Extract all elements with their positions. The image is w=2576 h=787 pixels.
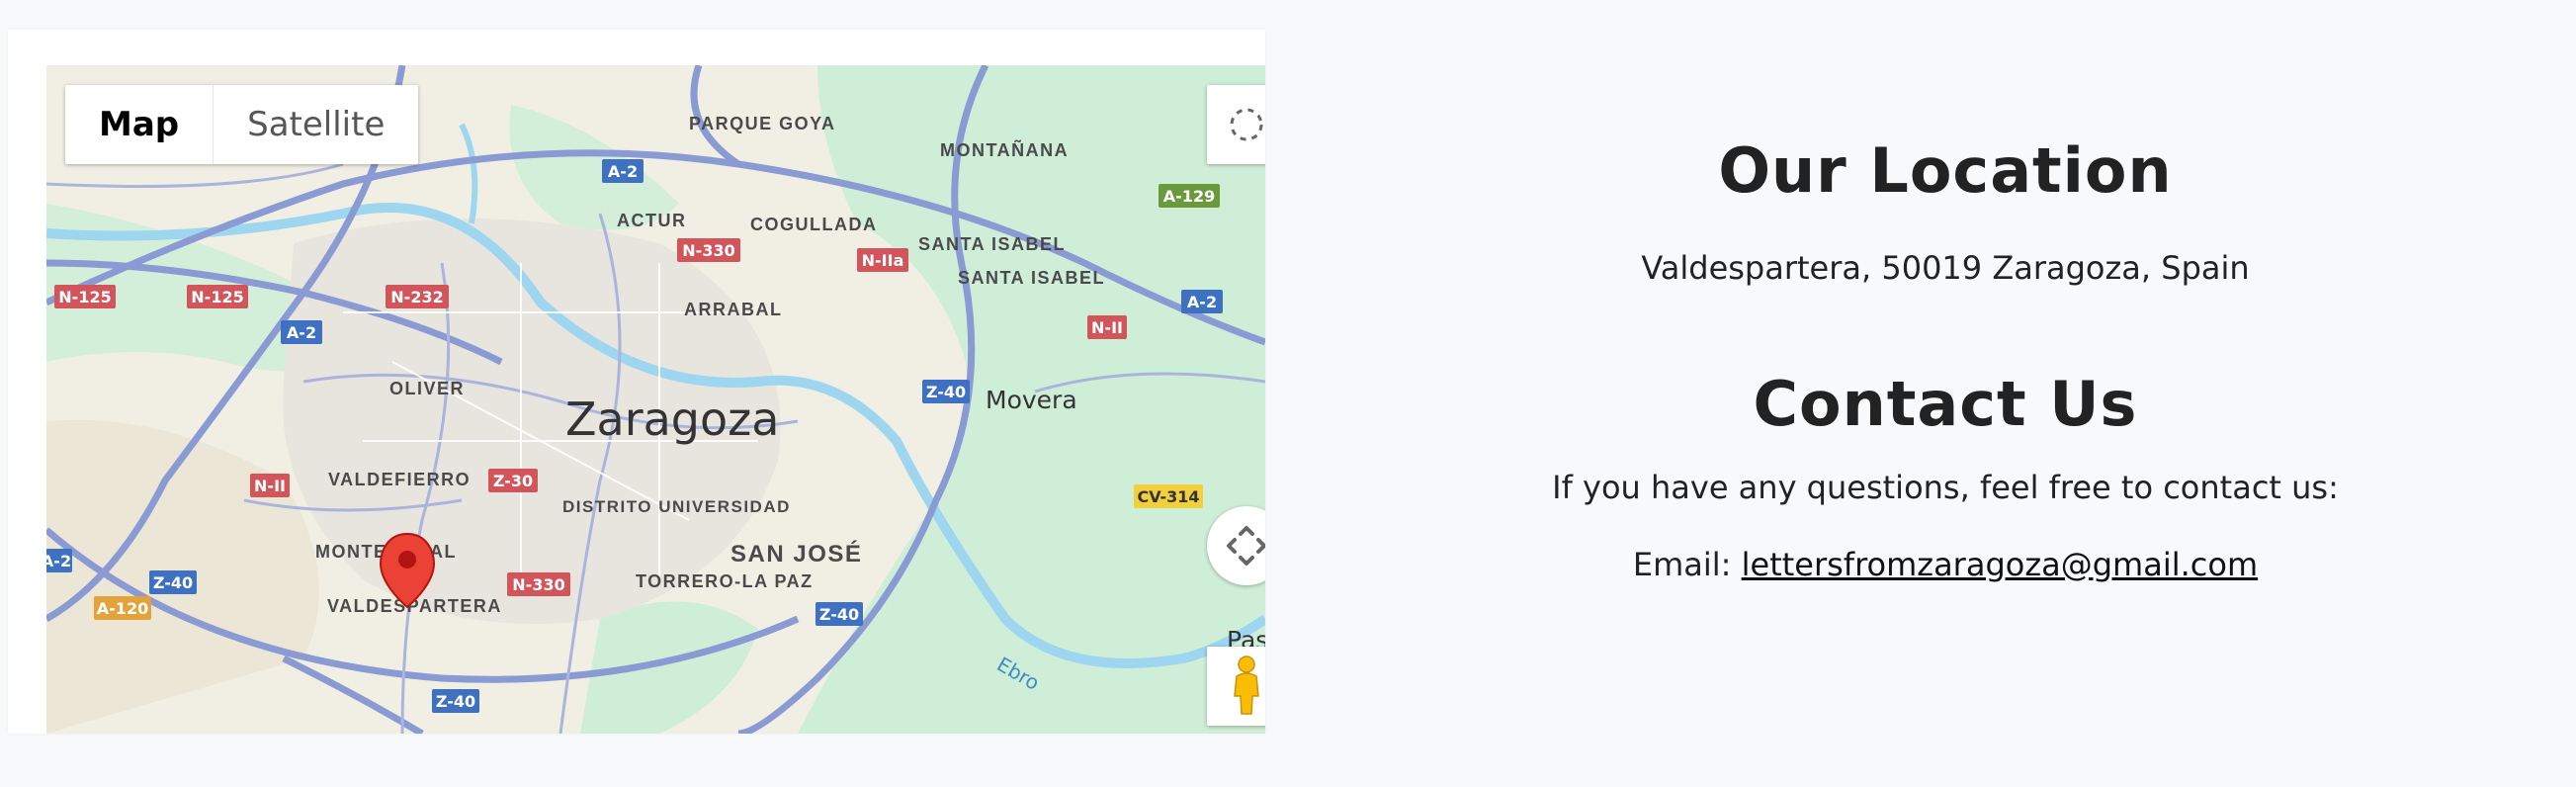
svg-text:Z-40: Z-40 xyxy=(819,605,859,624)
label-cogullada: COGULLADA xyxy=(750,215,878,234)
svg-text:N-330: N-330 xyxy=(512,575,564,594)
label-distrito-universidad: DISTRITO UNIVERSIDAD xyxy=(562,497,791,516)
label-montanana: MONTAÑANA xyxy=(940,139,1069,160)
shield-a2-top: A-2 xyxy=(602,159,644,183)
shield-n330-top: N-330 xyxy=(677,238,740,262)
shield-n2-left: N-II xyxy=(250,474,290,497)
svg-text:A-2: A-2 xyxy=(608,162,638,181)
contact-email-line: Email: lettersfromzaragoza@gmail.com xyxy=(1315,546,2576,583)
svg-text:N-125: N-125 xyxy=(58,288,111,306)
svg-text:A-120: A-120 xyxy=(97,599,148,618)
contact-section: Our Location Valdespartera, 50019 Zarago… xyxy=(1315,0,2576,787)
pegman-icon xyxy=(1234,656,1259,715)
svg-text:Z-30: Z-30 xyxy=(493,472,533,490)
svg-text:N-330: N-330 xyxy=(682,241,734,260)
map-type-control: Map Satellite xyxy=(65,85,419,164)
label-movera: Movera xyxy=(986,386,1077,414)
svg-text:N-II: N-II xyxy=(1091,318,1123,337)
map-type-satellite-button[interactable]: Satellite xyxy=(214,85,418,164)
shield-z40-center: Z-40 xyxy=(922,380,970,403)
svg-text:Z-40: Z-40 xyxy=(926,383,966,401)
svg-text:A-2: A-2 xyxy=(46,552,71,570)
label-parque-goya: PARQUE GOYA xyxy=(689,114,836,133)
street-view-pegman-button[interactable] xyxy=(1207,647,1265,726)
svg-text:A-2: A-2 xyxy=(287,323,316,342)
shield-n330-bottom: N-330 xyxy=(507,572,570,596)
svg-text:Z-40: Z-40 xyxy=(436,692,475,711)
email-link[interactable]: lettersfromzaragoza@gmail.com xyxy=(1742,546,2259,583)
shield-cv314: CV-314 xyxy=(1134,484,1203,508)
email-prefix: Email: xyxy=(1632,546,1732,583)
svg-text:N-232: N-232 xyxy=(390,288,443,306)
svg-text:A-2: A-2 xyxy=(1187,293,1217,311)
location-address: Valdespartera, 50019 Zaragoza, Spain xyxy=(1641,249,2250,287)
shield-z30: Z-30 xyxy=(488,469,538,492)
shield-n2a: N-IIa xyxy=(857,248,908,272)
location-heading: Our Location xyxy=(1718,134,2173,207)
label-torrero-la-paz: TORRERO-LA PAZ xyxy=(636,571,814,591)
svg-text:CV-314: CV-314 xyxy=(1138,487,1200,506)
label-san-jose: SAN JOSÉ xyxy=(730,540,862,568)
embedded-map[interactable]: PARQUE GOYA MONTAÑANA ACTUR COGULLADA SA… xyxy=(46,65,1265,734)
map-type-map-button[interactable]: Map xyxy=(65,85,215,164)
shield-a2-left: A-2 xyxy=(281,320,322,344)
shield-a2-right: A-2 xyxy=(1181,290,1223,313)
shield-a120: A-120 xyxy=(94,596,151,620)
map-canvas[interactable]: PARQUE GOYA MONTAÑANA ACTUR COGULLADA SA… xyxy=(46,65,1265,734)
label-santa-isabel-1: SANTA ISABEL xyxy=(918,234,1066,254)
label-valdefierro: VALDEFIERRO xyxy=(328,470,471,489)
shield-n232: N-232 xyxy=(386,285,449,308)
shield-a2-bottomleft: A-2 xyxy=(46,549,72,572)
svg-text:A-129: A-129 xyxy=(1163,187,1215,206)
shield-z40-left: Z-40 xyxy=(149,570,197,594)
contact-heading: Contact Us xyxy=(1753,368,2138,440)
fullscreen-button[interactable] xyxy=(1207,85,1265,164)
label-zaragoza: Zaragoza xyxy=(565,393,779,446)
svg-text:Z-40: Z-40 xyxy=(153,573,193,592)
svg-text:N-IIa: N-IIa xyxy=(862,251,904,270)
label-santa-isabel-2: SANTA ISABEL xyxy=(958,268,1105,288)
contact-intro: If you have any questions, feel free to … xyxy=(1552,469,2339,506)
camera-move-icon xyxy=(1227,526,1265,566)
page: PARQUE GOYA MONTAÑANA ACTUR COGULLADA SA… xyxy=(0,0,2576,787)
svg-text:N-125: N-125 xyxy=(191,288,243,306)
shield-z40-bottomcenter: Z-40 xyxy=(816,602,863,626)
shield-n125-a: N-125 xyxy=(54,285,116,308)
label-arrabal: ARRABAL xyxy=(684,300,783,319)
svg-text:N-II: N-II xyxy=(254,477,286,495)
shield-a129: A-129 xyxy=(1159,184,1220,208)
fullscreen-icon xyxy=(1230,108,1263,141)
shield-n125-b: N-125 xyxy=(187,285,248,308)
label-actur: ACTUR xyxy=(617,211,687,230)
shield-n2-right: N-II xyxy=(1087,315,1127,339)
label-oliver: OLIVER xyxy=(389,379,465,398)
shield-z40-bottom: Z-40 xyxy=(432,689,479,713)
